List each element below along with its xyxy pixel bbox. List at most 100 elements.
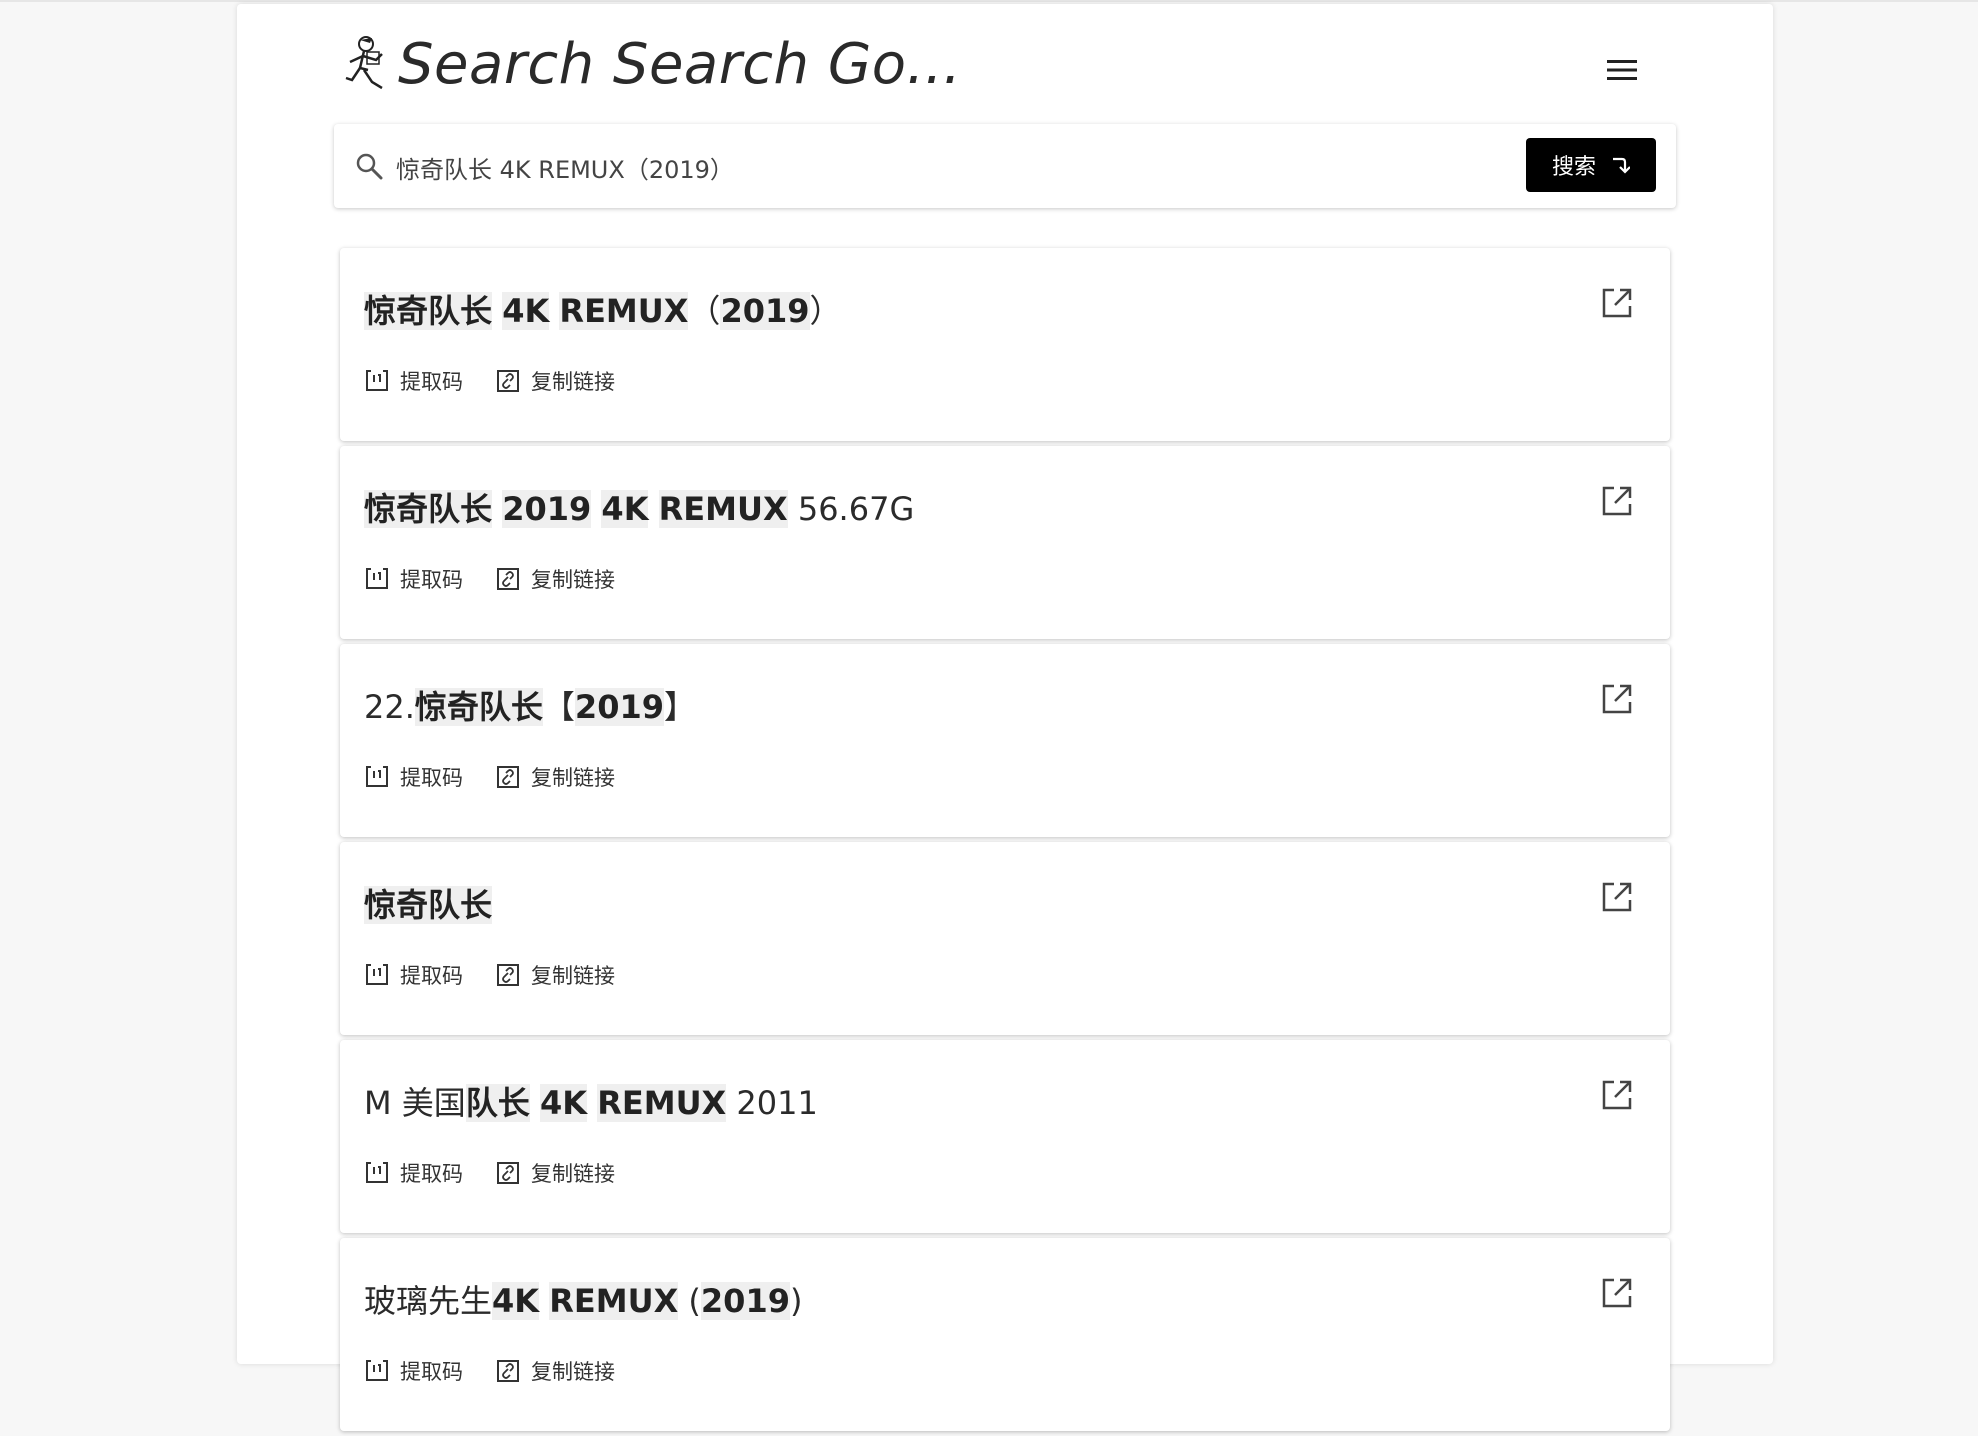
result-card[interactable]: M 美国队长 4K REMUX 2011 提取码 复制链接 [340, 1040, 1670, 1233]
copy-link-button[interactable]: 复制链接 [495, 960, 615, 990]
title-text: （ [688, 292, 721, 330]
copy-link-label: 复制链接 [531, 1360, 615, 1384]
copy-link-button[interactable]: 复制链接 [495, 1356, 615, 1386]
link-icon [497, 964, 519, 986]
running-figure-icon[interactable] [338, 34, 390, 94]
highlighted-text: 惊奇队长 [364, 490, 493, 528]
link-icon [497, 370, 519, 392]
extract-code-label: 提取码 [400, 370, 463, 394]
title-text: ( [678, 1282, 701, 1320]
title-text [492, 490, 502, 528]
highlighted-text: 惊奇队长 [414, 688, 543, 726]
copy-link-button[interactable]: 复制链接 [495, 366, 615, 396]
result-title[interactable]: 22.惊奇队长【2019】 [364, 682, 696, 728]
search-button[interactable]: 搜索 [1526, 138, 1656, 192]
search-button-label: 搜索 [1551, 155, 1596, 180]
highlighted-text: 4K [492, 1282, 540, 1320]
highlighted-text: REMUX [658, 490, 788, 528]
result-actions: 提取码 复制链接 [364, 762, 647, 792]
results-list: 惊奇队长 4K REMUX（2019） 提取码 复制链接 惊奇队长 2019 4K R… [340, 248, 1670, 1436]
title-text [587, 1084, 597, 1122]
highlighted-text: REMUX [559, 292, 689, 330]
code-bracket-icon [366, 1162, 388, 1183]
open-external-icon[interactable] [1600, 1276, 1634, 1310]
code-bracket-icon [366, 766, 388, 787]
result-title[interactable]: 玻璃先生4K REMUX (2019) [364, 1276, 802, 1322]
menu-button[interactable] [1602, 50, 1642, 90]
copy-link-button[interactable]: 复制链接 [495, 1158, 615, 1188]
highlighted-text: REMUX [549, 1282, 679, 1320]
extract-code-label: 提取码 [400, 766, 463, 790]
highlighted-text: 2019 [574, 688, 664, 726]
result-actions: 提取码 复制链接 [364, 1356, 647, 1386]
result-title[interactable]: 惊奇队长 4K REMUX（2019） [364, 286, 842, 332]
title-text: 22. [364, 688, 415, 726]
highlighted-text: 惊奇队长 [364, 886, 493, 924]
link-icon [497, 1162, 519, 1184]
result-title[interactable]: 惊奇队长 2019 4K REMUX 56.67G [364, 484, 914, 530]
copy-link-button[interactable]: 复制链接 [495, 564, 615, 594]
highlighted-text: REMUX [597, 1084, 727, 1122]
result-title[interactable]: 惊奇队长 [364, 880, 493, 926]
link-icon [497, 766, 519, 788]
result-card[interactable]: 惊奇队长 4K REMUX（2019） 提取码 复制链接 [340, 248, 1670, 441]
result-card[interactable]: 22.惊奇队长【2019】提取码 复制链接 [340, 644, 1670, 837]
open-external-icon[interactable] [1600, 286, 1634, 320]
result-actions: 提取码 复制链接 [364, 564, 647, 594]
copy-link-label: 复制链接 [531, 370, 615, 394]
search-input[interactable] [394, 142, 1418, 192]
site-title[interactable]: Search Search Go... [398, 32, 961, 97]
code-bracket-icon [366, 964, 388, 985]
result-card[interactable]: 玻璃先生4K REMUX (2019) 提取码 复制链接 [340, 1238, 1670, 1431]
extract-code-label: 提取码 [400, 964, 463, 988]
search-icon [356, 153, 383, 180]
title-text: 2011 [726, 1084, 818, 1122]
title-text: 玻璃先生 [364, 1282, 493, 1320]
copy-link-button[interactable]: 复制链接 [495, 762, 615, 792]
copy-link-label: 复制链接 [531, 568, 615, 592]
highlighted-text: 2019 [700, 1282, 790, 1320]
highlighted-text: 惊奇队长 [364, 292, 493, 330]
highlighted-text: 4K [502, 292, 550, 330]
code-bracket-icon [366, 1360, 388, 1381]
title-text [539, 1282, 549, 1320]
link-icon [497, 568, 519, 590]
title-text [492, 292, 502, 330]
result-card[interactable]: 惊奇队长提取码 复制链接 [340, 842, 1670, 1035]
title-text: ) [789, 1282, 803, 1320]
copy-link-label: 复制链接 [531, 964, 615, 988]
extract-code-button[interactable]: 提取码 [364, 1356, 463, 1386]
code-bracket-icon [366, 568, 388, 589]
extract-code-button[interactable]: 提取码 [364, 1158, 463, 1188]
result-actions: 提取码 复制链接 [364, 366, 647, 396]
title-text: 56.67G [787, 490, 915, 528]
title-text: M 美国 [364, 1084, 466, 1122]
link-icon [497, 1360, 519, 1382]
highlighted-text: 4K [601, 490, 649, 528]
extract-code-button[interactable]: 提取码 [364, 564, 463, 594]
result-card[interactable]: 惊奇队长 2019 4K REMUX 56.67G 提取码 复制链接 [340, 446, 1670, 639]
extract-code-label: 提取码 [400, 1162, 463, 1186]
open-external-icon[interactable] [1600, 682, 1634, 716]
open-external-icon[interactable] [1600, 484, 1634, 518]
highlighted-text: 2019 [720, 292, 810, 330]
hamburger-menu-icon [1607, 60, 1637, 80]
extract-code-button[interactable]: 提取码 [364, 762, 463, 792]
highlighted-text: 队长 [465, 1084, 530, 1122]
extract-code-button[interactable]: 提取码 [364, 366, 463, 396]
title-text [530, 1084, 540, 1122]
extract-code-label: 提取码 [400, 1360, 463, 1384]
extract-code-label: 提取码 [400, 568, 463, 592]
title-text: 】 [663, 688, 696, 726]
header: Search Search Go... [338, 24, 1678, 114]
title-text [591, 490, 601, 528]
open-external-icon[interactable] [1600, 880, 1634, 914]
return-arrow-icon [1613, 157, 1630, 174]
extract-code-button[interactable]: 提取码 [364, 960, 463, 990]
top-border [0, 0, 1978, 2]
highlighted-text: 4K [539, 1084, 588, 1122]
title-text [549, 292, 559, 330]
result-title[interactable]: M 美国队长 4K REMUX 2011 [364, 1078, 818, 1124]
open-external-icon[interactable] [1600, 1078, 1634, 1112]
result-actions: 提取码 复制链接 [364, 960, 647, 990]
